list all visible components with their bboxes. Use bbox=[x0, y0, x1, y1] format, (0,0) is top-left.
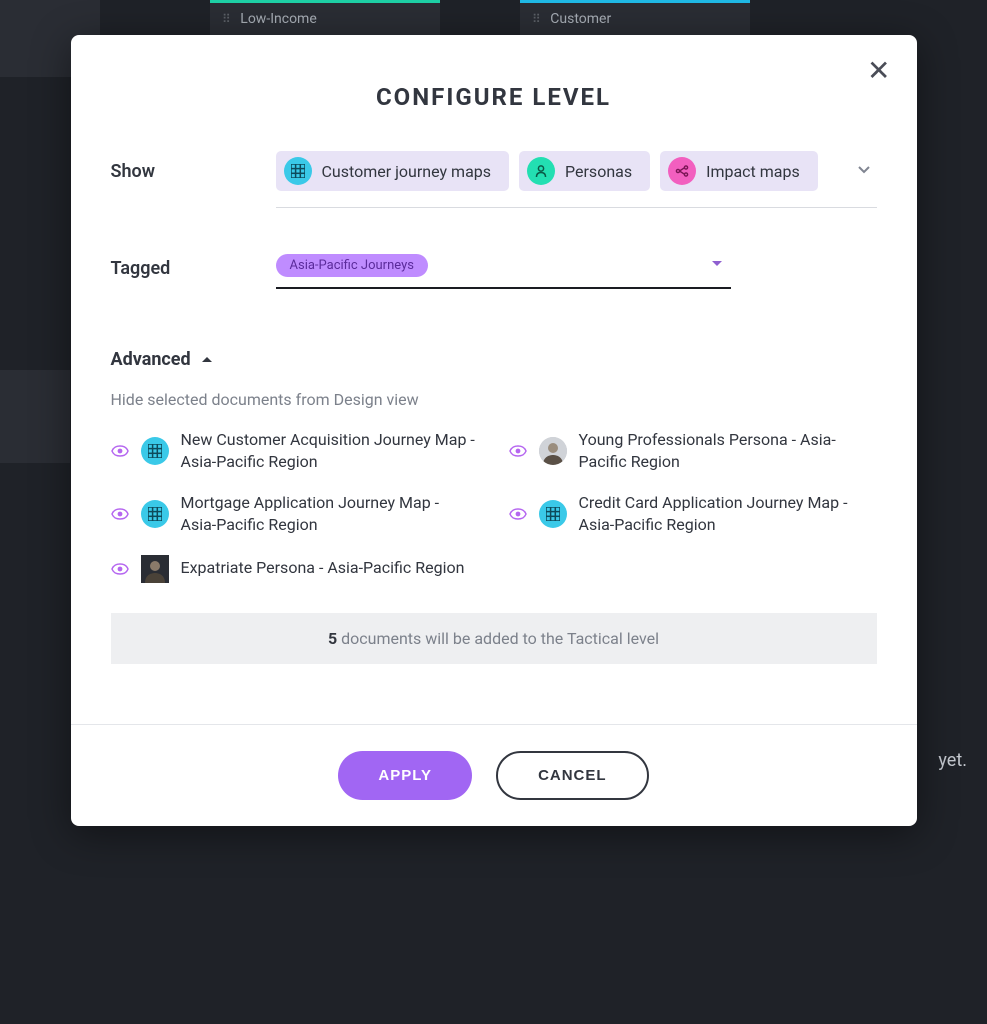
chip-label: Personas bbox=[565, 162, 632, 181]
caret-down-icon[interactable] bbox=[711, 260, 723, 268]
document-name: Young Professionals Persona - Asia-Pacif… bbox=[579, 429, 877, 474]
document-name: Credit Card Application Journey Map - As… bbox=[579, 492, 877, 537]
impact-icon bbox=[668, 157, 696, 185]
summary-banner: 5 documents will be added to the Tactica… bbox=[111, 613, 877, 664]
show-row: Show Customer journey maps Personas bbox=[111, 151, 877, 208]
tag-pill[interactable]: Asia-Pacific Journeys bbox=[276, 254, 428, 277]
show-field[interactable]: Customer journey maps Personas Impact ma… bbox=[276, 151, 877, 208]
grid-icon bbox=[539, 500, 567, 528]
drag-handle-icon: ⠿ bbox=[532, 12, 541, 26]
grid-icon bbox=[141, 437, 169, 465]
chip-personas[interactable]: Personas bbox=[519, 151, 650, 191]
eye-icon[interactable] bbox=[111, 563, 129, 575]
avatar-icon bbox=[141, 555, 169, 583]
grid-icon bbox=[284, 157, 312, 185]
person-icon bbox=[527, 157, 555, 185]
grid-icon bbox=[141, 500, 169, 528]
tagged-row: Tagged Asia-Pacific Journeys bbox=[111, 248, 877, 289]
bg-card-label: Customer bbox=[550, 11, 611, 27]
cancel-button[interactable]: CANCEL bbox=[496, 751, 649, 800]
avatar-icon bbox=[539, 437, 567, 465]
show-chips: Customer journey maps Personas Impact ma… bbox=[276, 151, 877, 208]
caret-up-icon bbox=[201, 356, 213, 364]
bg-off-label: FF bbox=[0, 440, 58, 455]
eye-icon[interactable] bbox=[509, 445, 527, 457]
tag-input[interactable]: Asia-Pacific Journeys bbox=[276, 248, 731, 289]
tagged-label: Tagged bbox=[111, 248, 276, 279]
document-name: New Customer Acquisition Journey Map - A… bbox=[181, 429, 479, 474]
chip-impact-maps[interactable]: Impact maps bbox=[660, 151, 818, 191]
document-name: Mortgage Application Journey Map - Asia-… bbox=[181, 492, 479, 537]
document-item[interactable]: Mortgage Application Journey Map - Asia-… bbox=[111, 492, 479, 537]
chip-customer-journey-maps[interactable]: Customer journey maps bbox=[276, 151, 510, 191]
bg-card-teal: ⠿ Low-Income bbox=[210, 0, 440, 35]
eye-icon[interactable] bbox=[111, 508, 129, 520]
bg-card-label: Low-Income bbox=[240, 11, 316, 27]
modal-title: CONFIGURE LEVEL bbox=[111, 83, 877, 111]
document-item[interactable]: New Customer Acquisition Journey Map - A… bbox=[111, 429, 479, 474]
close-icon[interactable]: ✕ bbox=[867, 57, 890, 85]
summary-text: documents will be added to the Tactical … bbox=[337, 629, 659, 648]
eye-icon[interactable] bbox=[111, 445, 129, 457]
advanced-label: Advanced bbox=[111, 349, 191, 370]
eye-icon[interactable] bbox=[509, 508, 527, 520]
document-name: Expatriate Persona - Asia-Pacific Region bbox=[181, 557, 465, 579]
apply-button[interactable]: APPLY bbox=[338, 751, 472, 800]
configure-level-modal: ✕ CONFIGURE LEVEL Show Customer journey … bbox=[71, 35, 917, 826]
chevron-down-icon[interactable] bbox=[857, 165, 871, 175]
bg-card-cyan: ⠿ Customer bbox=[520, 0, 750, 35]
advanced-subtitle: Hide selected documents from Design view bbox=[111, 390, 877, 409]
tagged-field[interactable]: Asia-Pacific Journeys bbox=[276, 248, 731, 289]
bg-hint-text: yet. bbox=[938, 750, 967, 771]
document-item[interactable]: Young Professionals Persona - Asia-Pacif… bbox=[509, 429, 877, 474]
document-item[interactable]: Expatriate Persona - Asia-Pacific Region bbox=[111, 555, 479, 583]
chip-label: Impact maps bbox=[706, 162, 800, 181]
document-list: New Customer Acquisition Journey Map - A… bbox=[111, 429, 877, 583]
modal-footer: APPLY CANCEL bbox=[71, 724, 917, 826]
show-label: Show bbox=[111, 151, 276, 182]
summary-count: 5 bbox=[328, 629, 337, 648]
bg-card-mid: ative - EM FF bbox=[0, 370, 70, 463]
chip-label: Customer journey maps bbox=[322, 162, 492, 181]
bg-card-label: ative bbox=[0, 378, 58, 394]
drag-handle-icon: ⠿ bbox=[222, 12, 231, 26]
bg-card-label: - EM bbox=[0, 394, 58, 410]
advanced-toggle[interactable]: Advanced bbox=[111, 349, 877, 370]
document-item[interactable]: Credit Card Application Journey Map - As… bbox=[509, 492, 877, 537]
